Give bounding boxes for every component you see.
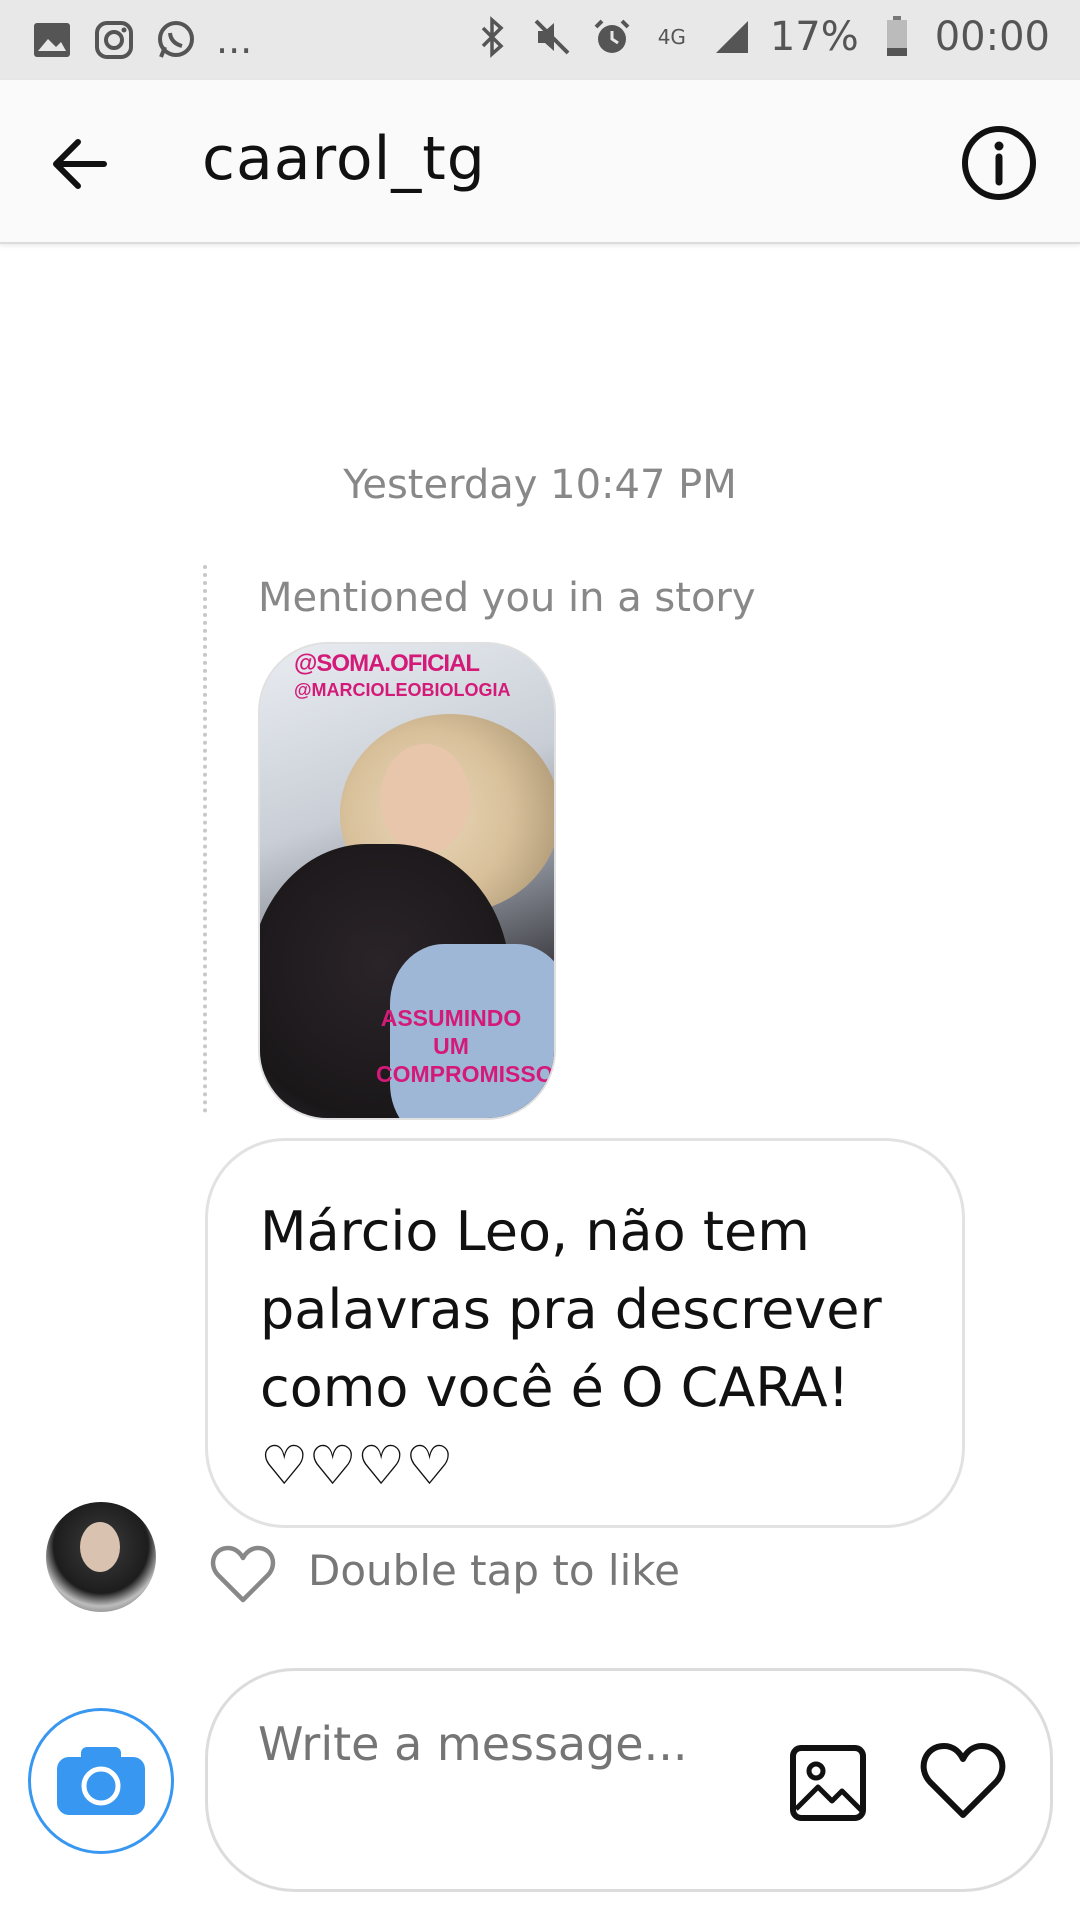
- gallery-button[interactable]: [788, 1743, 868, 1823]
- story-mention-tag: @SOMA.OFICIAL: [294, 650, 480, 677]
- story-mention-label: Mentioned you in a story: [258, 575, 756, 621]
- message-input[interactable]: [258, 1711, 718, 1861]
- bluetooth-icon: [470, 15, 514, 59]
- alarm-icon: [590, 15, 634, 59]
- whatsapp-notification-icon: [154, 18, 198, 62]
- mute-icon: [530, 15, 574, 59]
- camera-icon: [57, 1747, 145, 1815]
- status-bar: ... 4G 17% 00:00: [0, 0, 1080, 80]
- sender-avatar[interactable]: [46, 1502, 156, 1612]
- send-heart-button[interactable]: [920, 1741, 1006, 1821]
- clock: 00:00: [934, 14, 1050, 60]
- more-notifications: ...: [216, 18, 253, 62]
- story-caption: ASSUMINDO UM COMPROMISSO!: [376, 1005, 556, 1087]
- camera-button[interactable]: [28, 1708, 174, 1854]
- story-mention-tag: @MARCIOLEOBIOLOGIA: [294, 680, 511, 700]
- image-icon: [790, 1745, 866, 1821]
- notification-icons: ...: [30, 18, 252, 62]
- info-button[interactable]: [960, 124, 1038, 202]
- back-button[interactable]: [44, 128, 116, 200]
- arrow-left-icon: [53, 139, 107, 189]
- message-text: Márcio Leo, não tem palavras pra descrev…: [260, 1200, 882, 1497]
- battery-icon: [875, 15, 919, 59]
- message-timestamp: Yesterday 10:47 PM: [343, 462, 737, 508]
- story-reply-divider: [203, 565, 207, 1113]
- battery-percent: 17%: [769, 14, 859, 60]
- info-icon: [962, 126, 1036, 200]
- heart-icon: [920, 1743, 1006, 1818]
- signal-icon: [710, 15, 754, 59]
- message-composer: [205, 1668, 1053, 1892]
- network-4g-icon: 4G: [657, 25, 686, 49]
- heart-outline-icon[interactable]: [210, 1544, 276, 1604]
- chat-header: caarol_tg: [0, 80, 1080, 244]
- story-photo-face: [380, 744, 470, 854]
- story-thumbnail[interactable]: @SOMA.OFICIAL @MARCIOLEOBIOLOGIA ASSUMIN…: [258, 642, 556, 1120]
- gallery-notification-icon: [30, 18, 74, 62]
- chat-title[interactable]: caarol_tg: [202, 124, 486, 194]
- message-bubble[interactable]: Márcio Leo, não tem palavras pra descrev…: [205, 1138, 965, 1528]
- instagram-notification-icon: [92, 18, 136, 62]
- double-tap-hint: Double tap to like: [308, 1546, 680, 1595]
- system-status: 4G 17% 00:00: [470, 14, 1050, 60]
